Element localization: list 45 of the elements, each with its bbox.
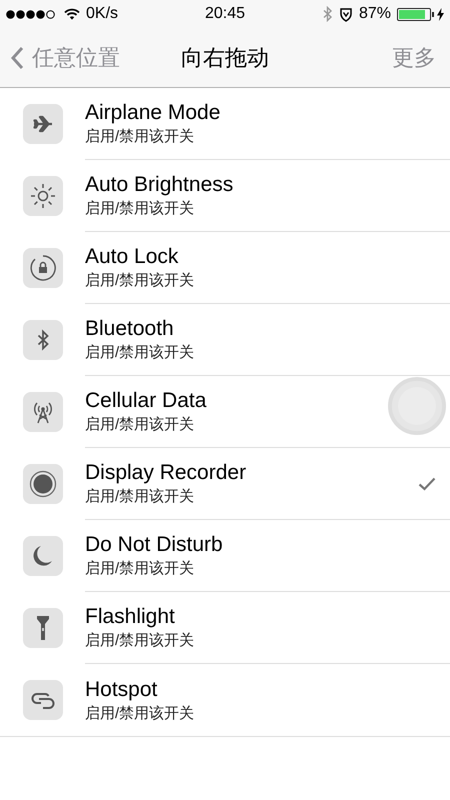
checkmark-icon	[418, 476, 436, 490]
item-subtitle: 启用/禁用该开关	[85, 559, 196, 578]
bluetooth-icon	[322, 6, 333, 22]
toggle-list-item[interactable]: Flashlight 启用/禁用该开关	[0, 592, 450, 664]
item-subtitle: 启用/禁用该开关	[85, 631, 194, 650]
sun-icon	[30, 183, 56, 209]
moon-icon	[33, 545, 53, 567]
item-subtitle: 启用/禁用该开关	[85, 343, 194, 362]
item-subtitle: 启用/禁用该开关	[85, 415, 196, 434]
item-title: Auto Lock	[85, 245, 180, 269]
shield-icon	[338, 6, 353, 22]
item-title: Auto Brightness	[85, 173, 234, 197]
airplane-icon	[33, 114, 53, 134]
item-subtitle: 启用/禁用该开关	[85, 199, 196, 218]
toggle-list-item[interactable]: Do Not Disturb 启用/禁用该开关	[0, 520, 450, 592]
item-subtitle: 启用/禁用该开关	[85, 704, 194, 722]
charging-bolt-icon	[437, 8, 444, 20]
item-title: Hotspot	[85, 678, 158, 702]
battery-percent: 87%	[358, 5, 391, 23]
flashlight-icon	[37, 615, 49, 641]
network-speed: 0K/s	[86, 5, 118, 23]
item-title: Airplane Mode	[85, 101, 220, 125]
item-subtitle: 启用/禁用该开关	[85, 487, 196, 506]
toggle-list-item[interactable]: Display Recorder 启用/禁用该开关	[0, 448, 450, 520]
clock-time: 20:45	[204, 5, 246, 23]
toggle-list-item[interactable]: Auto Brightness 启用/禁用该开关	[0, 160, 450, 232]
back-chevron-icon	[10, 46, 24, 70]
record-icon	[29, 470, 57, 498]
bluetooth-icon	[37, 329, 49, 351]
toggle-list-item[interactable]: Cellular Data 启用/禁用该开关	[0, 376, 450, 448]
item-title: Flashlight	[85, 605, 176, 629]
toggle-list-item[interactable]: Hotspot 启用/禁用该开关	[0, 664, 450, 737]
battery-icon	[397, 8, 431, 20]
item-title: Do Not Disturb	[85, 533, 223, 557]
toggle-list-item[interactable]: Bluetooth 启用/禁用该开关	[0, 304, 450, 376]
item-title: Display Recorder	[85, 461, 246, 485]
wifi-icon	[64, 8, 80, 20]
toggle-list-item[interactable]: Airplane Mode 启用/禁用该开关	[0, 88, 450, 160]
item-title: Cellular Data	[85, 389, 206, 413]
page-title: 向右拖动	[181, 44, 269, 72]
item-subtitle: 启用/禁用该开关	[85, 127, 196, 146]
lock-rotation-icon	[29, 254, 57, 282]
item-subtitle: 启用/禁用该开关	[85, 271, 194, 290]
item-title: Bluetooth	[85, 317, 175, 341]
toggle-list-item[interactable]: Auto Lock 启用/禁用该开关	[0, 232, 450, 304]
